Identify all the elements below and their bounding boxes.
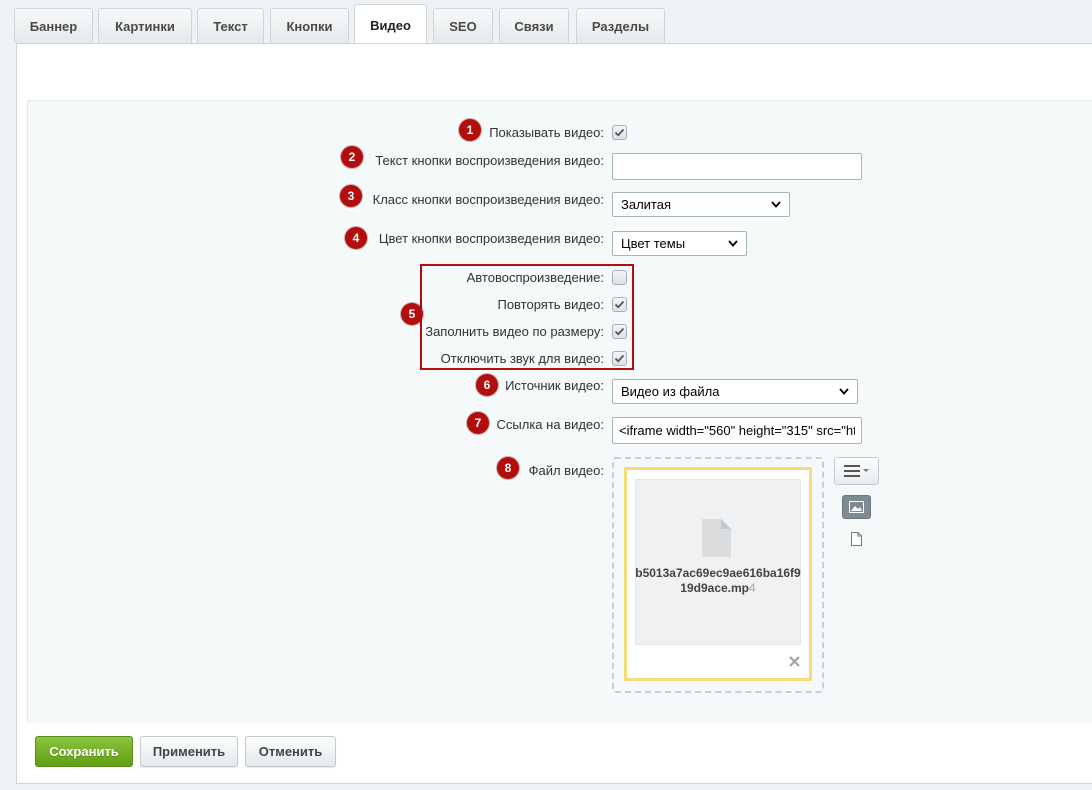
show-video-checkbox[interactable] (612, 125, 627, 140)
file-name-ext: 4 (749, 581, 756, 595)
tab-bar: Баннер Картинки Текст Кнопки Видео SEO С… (0, 0, 1092, 45)
cancel-button[interactable]: Отменить (245, 736, 336, 767)
mute-label: Отключить звук для видео: (440, 351, 604, 366)
tab-banner[interactable]: Баннер (14, 8, 93, 43)
marker-2: 2 (341, 146, 363, 168)
file-name-main: b5013a7ac69ec9ae616ba16f919d9ace.mp (635, 566, 801, 595)
menu-button[interactable] (834, 457, 879, 485)
marker-7: 7 (467, 412, 489, 434)
marker-5: 5 (401, 303, 423, 325)
tab-buttons[interactable]: Кнопки (270, 8, 349, 43)
tab-sections[interactable]: Разделы (576, 8, 665, 43)
button-text-input[interactable] (612, 153, 862, 180)
hamburger-menu-icon (843, 465, 869, 477)
button-color-label: Цвет кнопки воспроизведения видео: (378, 231, 604, 246)
button-color-value: Цвет темы (621, 236, 686, 251)
autoplay-label: Автовоспроизведение: (466, 270, 604, 285)
source-select[interactable]: Видео из файла (612, 379, 858, 404)
fill-checkbox[interactable] (612, 324, 627, 339)
image-icon (849, 501, 864, 513)
tab-text[interactable]: Текст (197, 8, 264, 43)
chevron-down-icon (771, 201, 781, 208)
check-icon (614, 300, 625, 309)
close-icon[interactable] (789, 656, 800, 667)
file-preview[interactable] (635, 479, 801, 645)
marker-3: 3 (340, 185, 362, 207)
tab-pictures[interactable]: Картинки (98, 8, 192, 43)
marker-6: 6 (476, 374, 498, 396)
button-text-label: Текст кнопки воспроизведения видео: (375, 153, 604, 168)
check-icon (614, 128, 625, 137)
document-icon (702, 519, 731, 557)
save-button[interactable]: Сохранить (35, 736, 133, 767)
apply-button[interactable]: Применить (140, 736, 238, 767)
file-name: b5013a7ac69ec9ae616ba16f919d9ace.mp4 (635, 566, 801, 596)
tab-video[interactable]: Видео (354, 4, 427, 45)
loop-checkbox[interactable] (612, 297, 627, 312)
marker-4: 4 (345, 227, 367, 249)
show-video-label: Показывать видео: (489, 125, 604, 140)
loop-label: Повторять видео: (497, 297, 604, 312)
check-icon (614, 327, 625, 336)
tab-links[interactable]: Связи (499, 8, 569, 43)
chevron-down-icon (839, 388, 849, 395)
file-view-icon[interactable] (851, 532, 862, 546)
source-value: Видео из файла (621, 384, 720, 399)
link-input[interactable] (612, 417, 862, 444)
file-label: Файл видео: (528, 463, 604, 478)
image-view-button[interactable] (842, 495, 871, 519)
button-class-select[interactable]: Залитая (612, 192, 790, 217)
fill-label: Заполнить видео по размеру: (425, 324, 604, 339)
tab-seo[interactable]: SEO (433, 8, 493, 43)
button-class-label: Класс кнопки воспроизведения видео: (372, 192, 604, 207)
button-color-select[interactable]: Цвет темы (612, 231, 747, 256)
link-label: Ссылка на видео: (496, 417, 604, 432)
mute-checkbox[interactable] (612, 351, 627, 366)
check-icon (614, 354, 625, 363)
source-label: Источник видео: (505, 378, 604, 393)
chevron-down-icon (728, 240, 738, 247)
marker-8: 8 (497, 457, 519, 479)
marker-1: 1 (459, 119, 481, 141)
button-class-value: Залитая (621, 197, 672, 212)
autoplay-checkbox[interactable] (612, 270, 627, 285)
